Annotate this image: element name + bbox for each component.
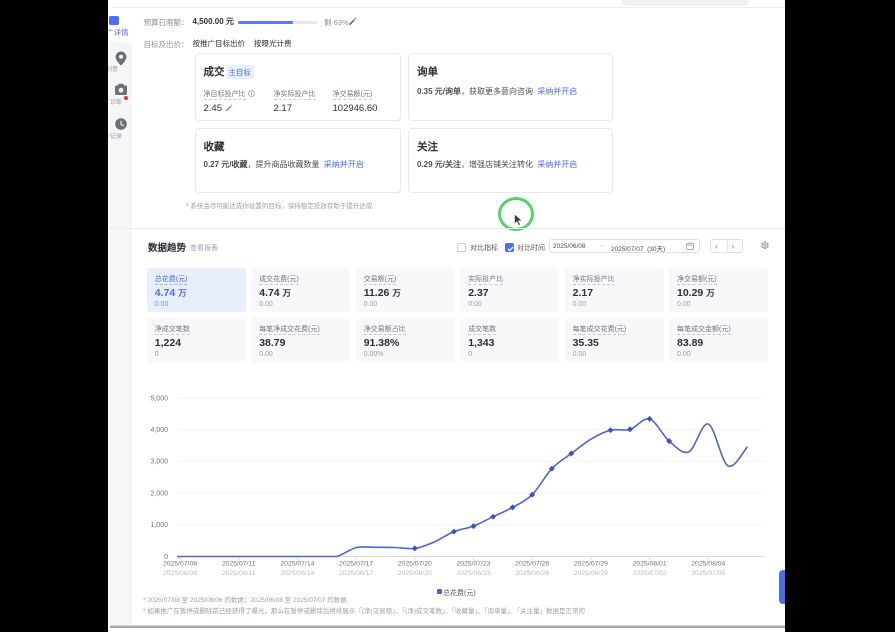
svg-text:2025/06/08: 2025/06/08: [163, 570, 197, 577]
svg-text:2025/08/04: 2025/08/04: [691, 561, 725, 568]
svg-text:2025/07/20: 2025/07/20: [398, 561, 432, 568]
svg-text:2025/07/08: 2025/07/08: [163, 561, 197, 568]
svg-text:2025/06/29: 2025/06/29: [574, 570, 608, 577]
svg-text:2025/06/23: 2025/06/23: [456, 570, 490, 577]
svg-text:2025/06/14: 2025/06/14: [280, 570, 314, 577]
svg-text:2025/07/14: 2025/07/14: [280, 561, 314, 568]
svg-text:2025/07/11: 2025/07/11: [222, 561, 256, 568]
svg-text:2025/07/29: 2025/07/29: [574, 561, 608, 568]
svg-text:5,000: 5,000: [150, 395, 168, 402]
svg-text:2025/07/26: 2025/07/26: [515, 561, 549, 568]
svg-text:2025/06/11: 2025/06/11: [222, 570, 256, 577]
svg-text:2,000: 2,000: [150, 490, 168, 497]
svg-text:1,000: 1,000: [150, 522, 168, 529]
svg-text:2025/07/05: 2025/07/05: [691, 570, 725, 577]
svg-text:2025/07/23: 2025/07/23: [456, 561, 490, 568]
svg-text:2025/07/02: 2025/07/02: [633, 570, 667, 577]
svg-text:2025/06/17: 2025/06/17: [339, 570, 373, 577]
svg-text:2025/08/01: 2025/08/01: [633, 561, 667, 568]
svg-text:2025/06/26: 2025/06/26: [515, 570, 549, 577]
svg-text:3,000: 3,000: [150, 459, 168, 466]
svg-text:4,000: 4,000: [150, 427, 168, 434]
svg-text:2025/07/17: 2025/07/17: [339, 561, 373, 568]
svg-text:2025/06/20: 2025/06/20: [398, 570, 432, 577]
